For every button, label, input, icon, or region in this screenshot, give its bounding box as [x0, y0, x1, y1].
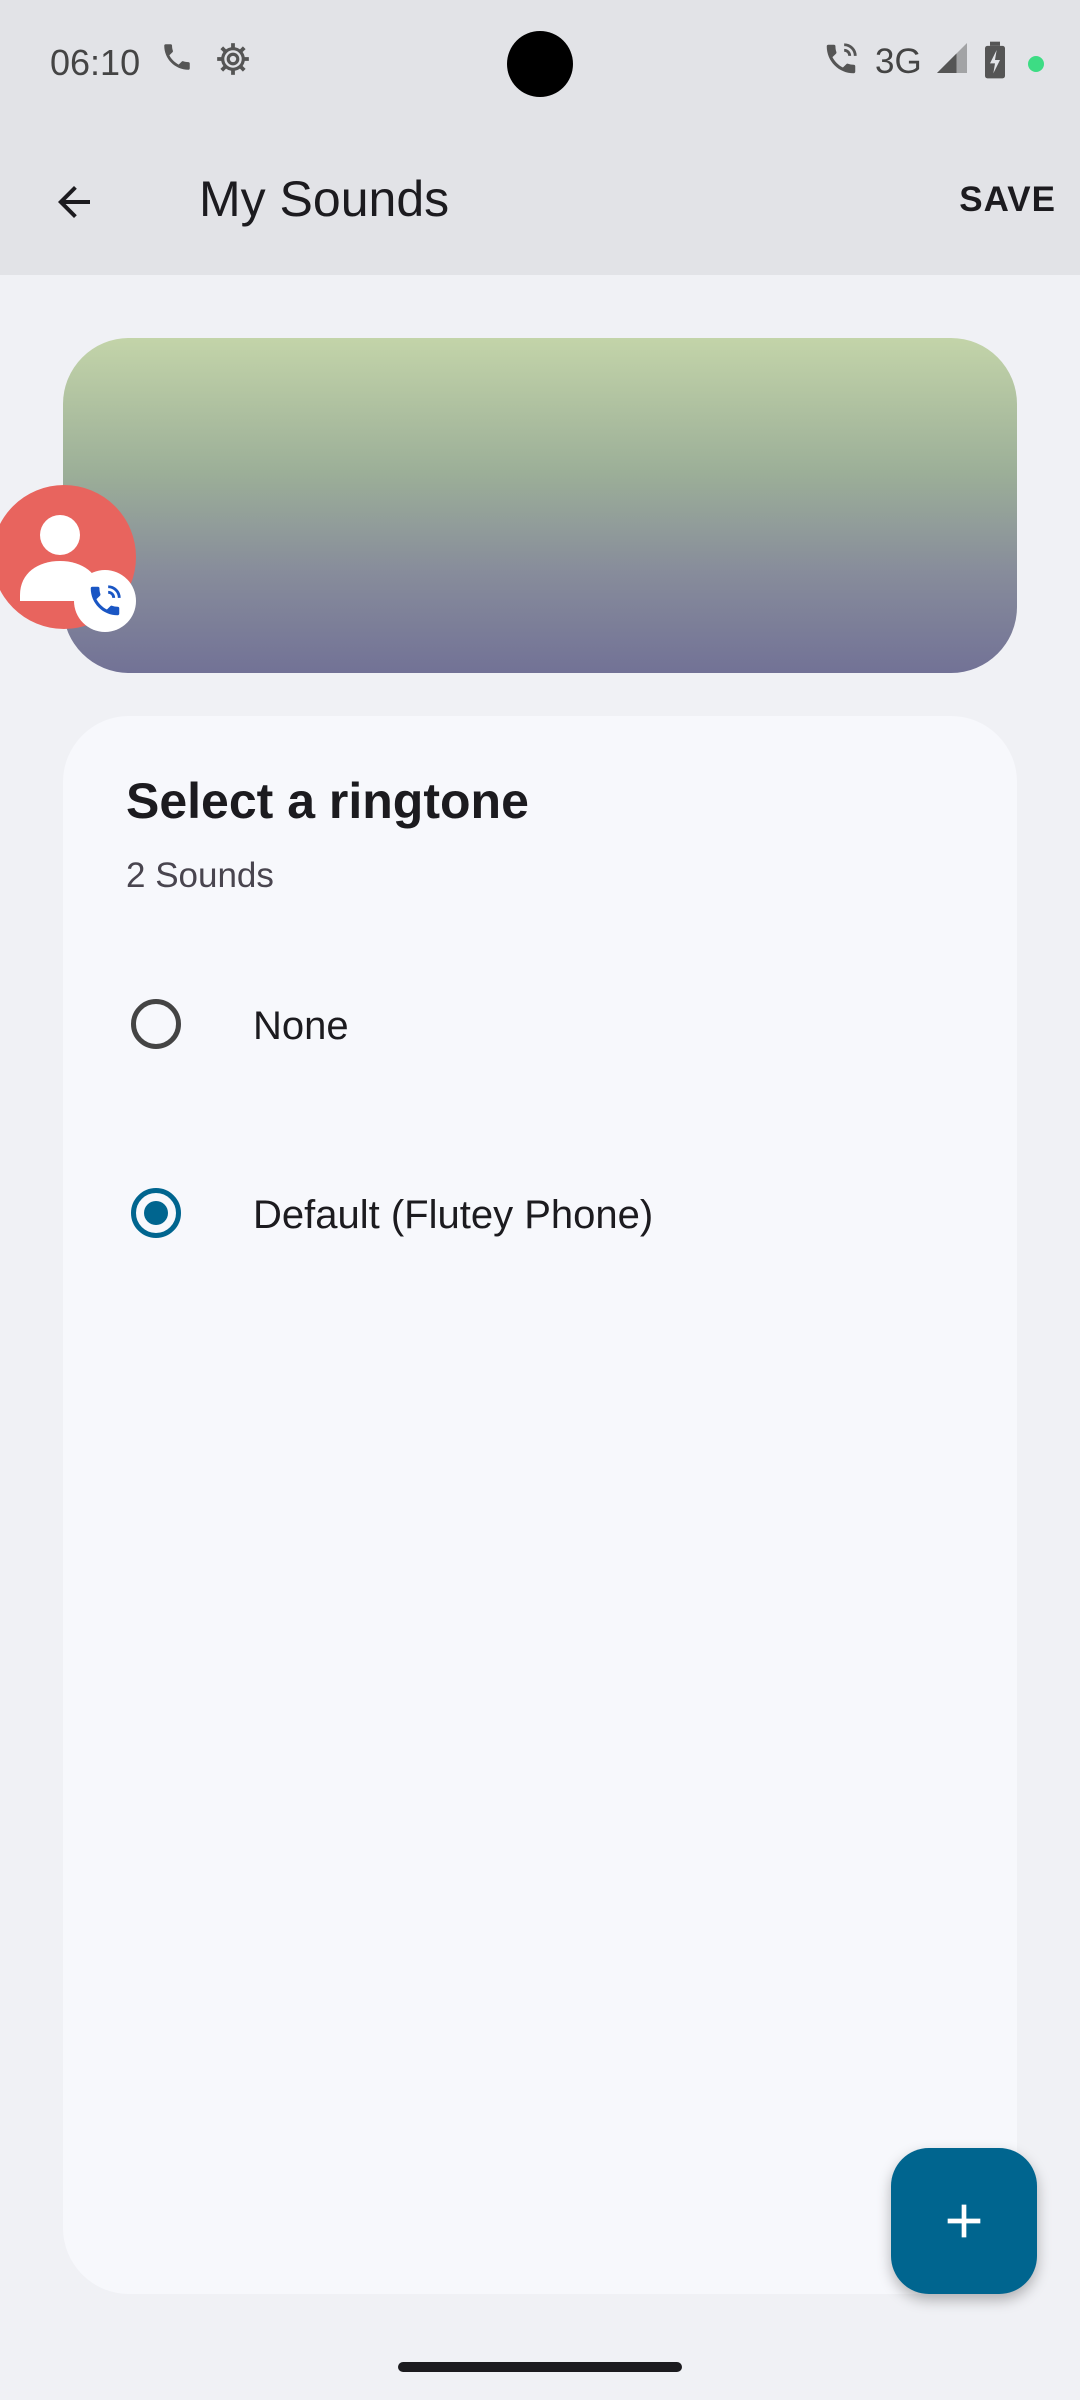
status-bar: 06:10 3G: [0, 0, 1080, 128]
section-title: Select a ringtone: [126, 773, 529, 829]
arrow-back-icon: [58, 186, 90, 218]
status-time: 06:10: [50, 42, 141, 83]
phone-icon: [160, 40, 194, 79]
save-button[interactable]: SAVE: [959, 180, 1056, 220]
wifi-calling-icon: [90, 585, 121, 616]
header-banner: [63, 338, 1017, 673]
ringtone-option-label: Default (Flutey Phone): [253, 1193, 654, 1237]
settings-gear-icon: [214, 40, 252, 83]
privacy-indicator-dot: [1028, 56, 1044, 72]
app-bar: My Sounds SAVE: [0, 128, 1080, 275]
radio-button-unselected[interactable]: [131, 999, 181, 1049]
battery-charging-icon: [982, 40, 1008, 85]
back-button[interactable]: [36, 164, 112, 240]
signal-icon: [934, 40, 970, 81]
ringtone-sheet: Select a ringtone 2 Sounds None Default …: [63, 716, 1017, 2294]
page-title: My Sounds: [199, 171, 450, 227]
ringtone-option-none[interactable]: None: [63, 949, 1017, 1099]
wifi-calling-icon: [822, 40, 860, 83]
camera-cutout: [507, 31, 573, 97]
ringtone-option-default[interactable]: Default (Flutey Phone): [63, 1138, 1017, 1288]
radio-dot: [144, 1201, 168, 1225]
network-type: 3G: [875, 42, 922, 81]
add-sound-button[interactable]: [891, 2148, 1037, 2294]
plus-icon: [947, 2204, 981, 2238]
gesture-nav-handle[interactable]: [398, 2362, 682, 2372]
call-badge: [74, 570, 136, 632]
sound-count: 2 Sounds: [126, 856, 274, 895]
radio-button-selected[interactable]: [131, 1188, 181, 1238]
ringtone-option-label: None: [253, 1004, 349, 1048]
